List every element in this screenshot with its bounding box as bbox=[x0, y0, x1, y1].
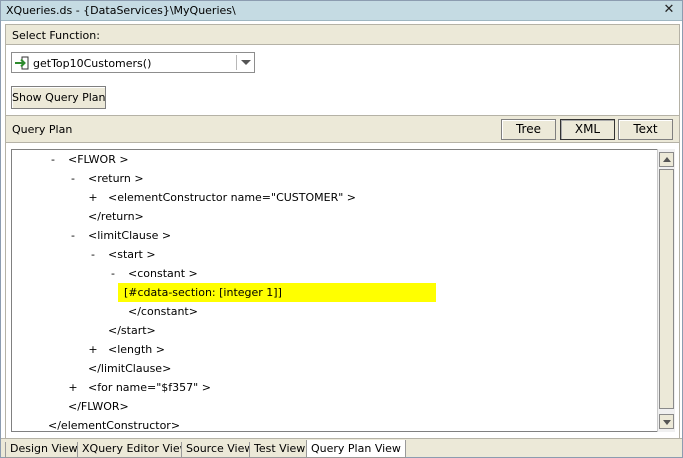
query-plan-window: XQueries.ds - {DataServices}\MyQueries\ … bbox=[0, 0, 683, 458]
chevron-down-icon[interactable] bbox=[241, 60, 251, 65]
tree-node-label: <limitClause > bbox=[88, 229, 172, 242]
selected-function: getTop10Customers() bbox=[33, 57, 152, 70]
tree-node[interactable]: </start> bbox=[88, 321, 156, 340]
tab-design-view[interactable]: Design View bbox=[5, 442, 83, 458]
combo-divider bbox=[236, 55, 237, 70]
tree-node-label: <FLWOR > bbox=[68, 153, 129, 166]
tree-node[interactable]: - <return > bbox=[68, 169, 144, 188]
text-view-button[interactable]: Text bbox=[618, 119, 673, 140]
tree-node[interactable]: </return> bbox=[68, 207, 144, 226]
tree-node[interactable]: + <length > bbox=[88, 340, 165, 359]
vertical-scrollbar[interactable] bbox=[657, 149, 675, 432]
tab-test-view[interactable]: Test View bbox=[249, 442, 311, 458]
tree-node-label: </start> bbox=[108, 324, 156, 337]
expand-icon[interactable]: + bbox=[68, 378, 78, 397]
expand-icon[interactable]: + bbox=[88, 188, 98, 207]
select-function-label: Select Function: bbox=[12, 29, 100, 42]
tab-query-plan-view[interactable]: Query Plan View bbox=[306, 440, 406, 458]
view-tab-bar: Design View XQuery Editor View Source Vi… bbox=[1, 438, 682, 458]
tree-node[interactable]: + <elementConstructor name="CUSTOMER" > bbox=[88, 188, 356, 207]
title-bar: XQueries.ds - {DataServices}\MyQueries\ … bbox=[1, 1, 682, 21]
scroll-down-icon[interactable] bbox=[659, 414, 674, 429]
tree-node-label: </limitClause> bbox=[88, 362, 172, 375]
tree-node-label: [#cdata-section: [integer 1]] bbox=[124, 286, 282, 299]
tree-node-label: </elementConstructor> bbox=[48, 419, 181, 432]
show-query-plan-button[interactable]: Show Query Plan bbox=[11, 86, 106, 109]
tree-node-label: <return > bbox=[88, 172, 144, 185]
tree-node-label: </return> bbox=[88, 210, 144, 223]
tree-node-label: <start > bbox=[108, 248, 156, 261]
tree-view-button[interactable]: Tree bbox=[501, 119, 556, 140]
close-icon[interactable]: ✕ bbox=[662, 3, 676, 17]
scroll-thumb[interactable] bbox=[659, 169, 674, 409]
tree-node-highlighted[interactable]: [#cdata-section: [integer 1]] bbox=[118, 283, 436, 302]
tree-node[interactable]: </limitClause> bbox=[68, 359, 171, 378]
collapse-icon[interactable]: - bbox=[68, 226, 78, 245]
collapse-icon[interactable]: - bbox=[108, 264, 118, 283]
tree-node[interactable]: - <FLWOR > bbox=[48, 150, 129, 169]
tree-node[interactable]: </FLWOR> bbox=[48, 397, 129, 416]
tree-node[interactable]: + <for name="$f357" > bbox=[68, 378, 211, 397]
xml-view-button[interactable]: XML bbox=[560, 119, 615, 140]
select-function-header: Select Function: bbox=[5, 24, 680, 45]
function-arrow-icon bbox=[15, 56, 29, 70]
window-title: XQueries.ds - {DataServices}\MyQueries\ bbox=[6, 4, 236, 17]
tab-source-view[interactable]: Source View bbox=[181, 442, 259, 458]
collapse-icon[interactable]: - bbox=[88, 245, 98, 264]
tree-node-label: <for name="$f357" > bbox=[88, 381, 211, 394]
tab-xquery-editor-view[interactable]: XQuery Editor View bbox=[77, 442, 194, 458]
collapse-icon[interactable]: - bbox=[48, 150, 58, 169]
collapse-icon[interactable]: - bbox=[68, 169, 78, 188]
scroll-up-icon[interactable] bbox=[659, 152, 674, 167]
tree-node-label: </FLWOR> bbox=[68, 400, 129, 413]
tree-node[interactable]: - <limitClause > bbox=[68, 226, 171, 245]
expand-icon[interactable]: + bbox=[88, 340, 98, 359]
tree-node-label: <elementConstructor name="CUSTOMER" > bbox=[108, 191, 357, 204]
function-select[interactable]: getTop10Customers() bbox=[11, 52, 255, 73]
tree-node[interactable]: - <start > bbox=[88, 245, 156, 264]
query-plan-tree[interactable]: - <FLWOR > - <return > + <elementConstructor … bbox=[11, 149, 675, 432]
tree-node-label: <length > bbox=[108, 343, 165, 356]
tree-node-label: </constant> bbox=[128, 305, 198, 318]
tree-node[interactable]: - <constant > bbox=[108, 264, 198, 283]
query-plan-label: Query Plan bbox=[12, 123, 73, 136]
tree-node[interactable]: </elementConstructor> bbox=[28, 416, 181, 432]
tree-node-label: <constant > bbox=[128, 267, 198, 280]
tree-node[interactable]: </constant> bbox=[108, 302, 198, 321]
